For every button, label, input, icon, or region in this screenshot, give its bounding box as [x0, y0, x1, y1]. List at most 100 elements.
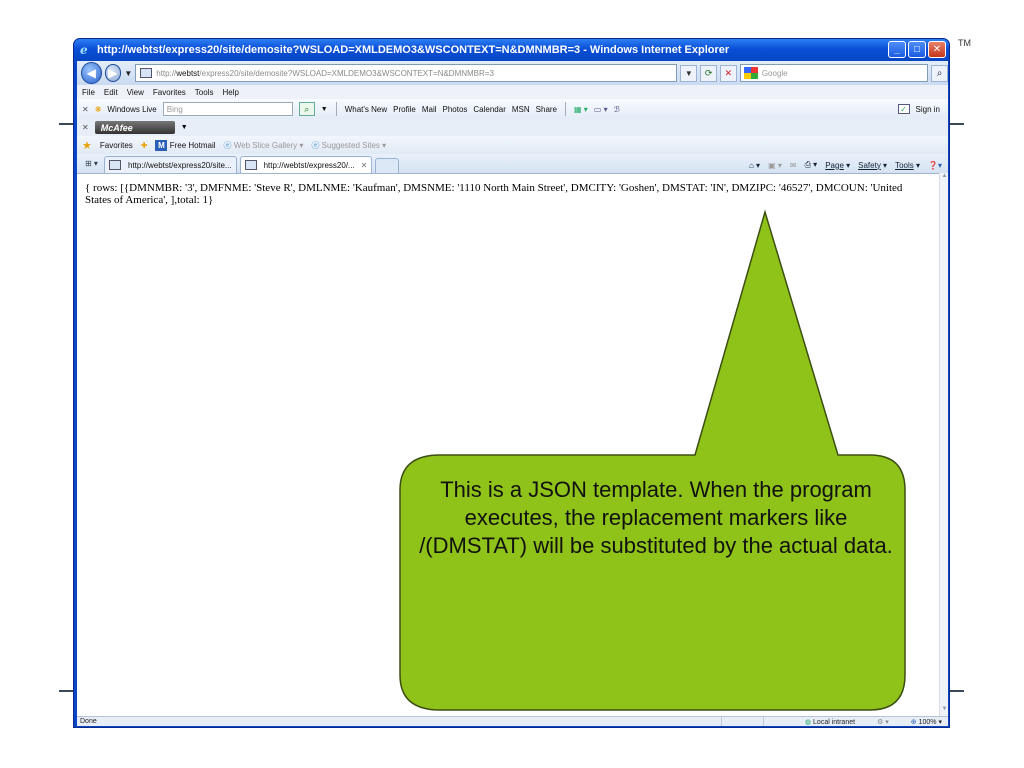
protected-mode-icon[interactable]: ⚙ ▾ — [877, 718, 889, 726]
mcafee-toolbar: ✕ McAfee ▼ — [77, 119, 948, 136]
tab-2-label: http://webtst/express20/... — [263, 160, 355, 170]
help-icon[interactable]: ❓▾ — [928, 161, 942, 170]
toolbar-separator — [335, 102, 337, 116]
hotmail-icon: M — [155, 139, 168, 151]
add-favorite-icon[interactable]: ✚ — [141, 141, 148, 150]
forward-button[interactable]: ▶ — [104, 64, 122, 82]
browser-chrome: ◀ ▶ ▼ http://webtst/express20/site/demos… — [77, 61, 948, 726]
menu-tools[interactable]: Tools — [195, 88, 214, 97]
add-gadget-icon[interactable]: ▦ ▾ — [574, 105, 588, 114]
search-icon[interactable]: ⌕ — [931, 64, 948, 82]
tab-page-icon — [108, 160, 121, 170]
history-dropdown-icon[interactable]: ▼ — [124, 69, 132, 78]
favorites-bar: ★ Favorites ✚ M Free Hotmail ⓔ Web Slice… — [77, 136, 948, 154]
maximize-button[interactable]: □ — [908, 41, 926, 58]
slide: TM e http://webtst/express20/site/demosi… — [0, 0, 1024, 768]
status-bar: Done ◍ Local intranet ⚙ ▾ ⊕ 100% ▾ — [77, 716, 948, 726]
mcafee-badge[interactable]: McAfee — [94, 121, 175, 134]
zoom-icon: ⊕ — [910, 718, 917, 726]
toolbar-close-icon[interactable]: ✕ — [82, 105, 89, 114]
close-button[interactable]: ✕ — [928, 41, 946, 58]
bing-search-go-icon[interactable]: ⌕ — [298, 102, 315, 116]
translate-icon[interactable]: ℬ — [614, 105, 620, 114]
home-icon[interactable]: ⌂ ▾ — [749, 161, 760, 170]
windows-live-toolbar: ✕ ❋ Windows Live Bing ⌕ ▼ What's New Pro… — [77, 99, 948, 119]
suggested-sites-link[interactable]: ⓔ Suggested Sites ▾ — [311, 140, 386, 151]
tab-page-icon — [244, 160, 257, 170]
suggested-sites-icon: ⓔ — [311, 140, 320, 150]
favorites-star-icon[interactable]: ★ — [82, 139, 92, 152]
link-msn[interactable]: MSN — [512, 105, 530, 114]
minimize-button[interactable]: _ — [888, 41, 906, 58]
ie-page-icon: ⓔ — [223, 140, 232, 150]
slide-bottom-right-rule — [950, 690, 964, 692]
intranet-icon: ◍ — [804, 718, 812, 726]
quick-tabs-icon[interactable]: ⊞ ▾ — [82, 156, 101, 171]
address-bar: ◀ ▶ ▼ http://webtst/express20/site/demos… — [77, 61, 948, 85]
url-dropdown-icon[interactable]: ▼ — [680, 64, 698, 82]
scroll-up-icon[interactable]: ▲ — [940, 173, 949, 183]
menu-favorites[interactable]: Favorites — [153, 88, 186, 97]
scroll-down-icon[interactable]: ▼ — [940, 706, 949, 716]
sign-in-area: ✓ Sign in — [897, 104, 940, 114]
windows-live-label[interactable]: Windows Live — [107, 105, 156, 114]
status-text: Done — [80, 718, 97, 725]
search-placeholder: Google — [761, 68, 788, 78]
sign-in-link[interactable]: Sign in — [916, 105, 940, 114]
google-icon — [743, 67, 758, 79]
web-slice-gallery-link[interactable]: ⓔ Web Slice Gallery ▾ — [224, 140, 304, 151]
tab-close-icon[interactable]: ✕ — [361, 161, 368, 170]
back-button[interactable]: ◀ — [81, 62, 102, 84]
status-zone: ◍ Local intranet ⚙ ▾ ⊕ 100% ▾ — [720, 717, 942, 726]
url-host: webtst — [176, 68, 200, 78]
hotmail-label: Free Hotmail — [169, 140, 216, 150]
print-icon[interactable]: ⎙ ▾ — [805, 160, 818, 170]
zoom-control[interactable]: ⊕ 100% ▾ — [911, 718, 942, 726]
safety-menu[interactable]: Safety ▾ — [858, 161, 887, 170]
url-input[interactable]: http://webtst/express20/site/demosite?WS… — [135, 64, 678, 82]
link-share[interactable]: Share — [536, 105, 557, 114]
page-content: { rows: [{DMNMBR: '3', DMFNME: 'Steve R'… — [77, 173, 939, 716]
page-menu[interactable]: Page ▾ — [825, 161, 850, 170]
favorites-label[interactable]: Favorites — [100, 141, 133, 150]
link-profile[interactable]: Profile — [393, 105, 416, 114]
window-title: http://webtst/express20/site/demosite?WS… — [97, 44, 730, 56]
page-menu-label: Page — [825, 160, 844, 170]
link-whats-new[interactable]: What's New — [345, 105, 387, 114]
new-tab-button[interactable] — [375, 158, 400, 173]
tools-icon[interactable]: ▭ ▾ — [594, 105, 608, 114]
title-bar[interactable]: e http://webtst/express20/site/demosite?… — [74, 39, 949, 61]
slide-top-right-rule — [950, 123, 964, 125]
hotmail-link[interactable]: M Free Hotmail — [155, 139, 216, 151]
menu-view[interactable]: View — [127, 88, 144, 97]
ie-logo-icon: e — [80, 42, 88, 57]
menu-help[interactable]: Help — [222, 88, 238, 97]
ie-window: e http://webtst/express20/site/demosite?… — [73, 38, 950, 728]
bing-dropdown-icon[interactable]: ▼ — [321, 106, 328, 113]
mcafee-close-icon[interactable]: ✕ — [82, 123, 89, 132]
safety-menu-label: Safety — [858, 160, 881, 170]
search-input[interactable]: Google — [739, 64, 929, 82]
security-zone-label: Local intranet — [813, 718, 856, 726]
feeds-icon[interactable]: ▣ ▾ — [768, 161, 782, 170]
tools-menu[interactable]: Tools ▾ — [895, 161, 920, 170]
link-mail[interactable]: Mail — [422, 105, 437, 114]
menu-file[interactable]: File — [82, 88, 95, 97]
mcafee-dropdown-icon[interactable]: ▼ — [181, 124, 188, 131]
read-mail-icon[interactable]: ✉ — [790, 161, 797, 170]
callout-text: This is a JSON template. When the progra… — [419, 477, 893, 558]
link-calendar[interactable]: Calendar — [473, 105, 505, 114]
stop-icon[interactable]: ✕ — [720, 64, 737, 82]
link-photos[interactable]: Photos — [443, 105, 468, 114]
vertical-scrollbar[interactable]: ▲ ▼ — [939, 173, 948, 716]
refresh-icon[interactable]: ⟳ — [700, 64, 718, 82]
tab-1[interactable]: http://webtst/express20/site... — [103, 156, 237, 173]
security-zone[interactable]: ◍ Local intranet — [805, 718, 855, 726]
menu-edit[interactable]: Edit — [104, 88, 118, 97]
bing-search-input[interactable]: Bing — [162, 102, 293, 116]
tab-2[interactable]: http://webtst/express20/... ✕ — [239, 156, 373, 173]
status-cell — [720, 717, 741, 726]
sign-in-check-icon[interactable]: ✓ — [897, 104, 910, 114]
menu-bar: File Edit View Favorites Tools Help — [77, 85, 948, 99]
url-prefix: http:// — [156, 68, 177, 78]
